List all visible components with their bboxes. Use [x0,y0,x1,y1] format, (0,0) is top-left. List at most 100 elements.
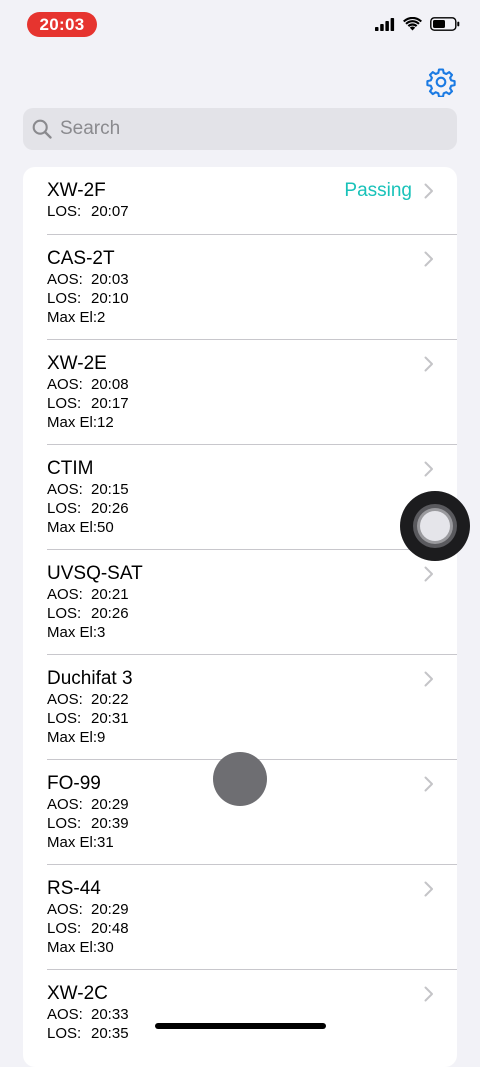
home-indicator[interactable] [155,1023,326,1029]
aos-line: AOS: 20:15 [47,480,457,499]
status-time: 20:03 [27,12,97,37]
los-label: LOS: [47,815,82,832]
aos-line: AOS: 20:08 [47,375,457,394]
aos-value: 20:15 [91,481,129,498]
status-icons [375,17,460,31]
satellite-name: Duchifat 3 [47,668,133,689]
los-line: LOS: 20:26 [47,604,457,623]
aos-label: AOS: [47,481,83,498]
aos-value: 20:22 [91,691,129,708]
aos-label: AOS: [47,271,83,288]
max-el-label: Max El: [47,939,98,956]
los-value: 20:07 [91,203,129,220]
aos-label: AOS: [47,1006,83,1023]
satellite-row[interactable]: UVSQ-SAT AOS: 20:21 LOS: 20:26 Max El:3 [23,550,457,655]
satellite-name: XW-2C [47,983,108,1004]
chevron-right-icon [424,986,433,1002]
max-el-line: Max El:12 [47,413,457,432]
los-value: 20:10 [91,290,129,307]
max-el-line: Max El:3 [47,623,457,642]
max-el-value: 2 [97,309,106,326]
los-label: LOS: [47,203,82,220]
aos-value: 20:33 [91,1006,129,1023]
assistive-touch-button[interactable] [400,491,470,561]
aos-label: AOS: [47,586,83,603]
aos-label: AOS: [47,796,83,813]
settings-button[interactable] [426,67,456,98]
max-el-label: Max El: [47,414,98,431]
los-line: LOS: 20:31 [47,709,457,728]
gear-icon [426,68,456,98]
aos-line: AOS: 20:33 [47,1005,457,1024]
chevron-right-icon [424,461,433,477]
max-el-line: Max El:30 [47,938,457,957]
max-el-label: Max El: [47,624,98,641]
los-label: LOS: [47,710,82,727]
aos-line: AOS: 20:22 [47,690,457,709]
los-label: LOS: [47,290,82,307]
wifi-icon [403,17,422,31]
aos-value: 20:29 [91,901,129,918]
satellite-name: XW-2E [47,353,107,374]
max-el-value: 12 [97,414,114,431]
aos-value: 20:21 [91,586,129,603]
aos-value: 20:03 [91,271,129,288]
los-value: 20:35 [91,1025,129,1042]
los-value: 20:26 [91,605,129,622]
cellular-signal-icon [375,17,395,31]
battery-icon [430,17,460,31]
max-el-label: Max El: [47,834,98,851]
status-bar: 20:03 [0,0,480,50]
los-label: LOS: [47,500,82,517]
los-label: LOS: [47,395,82,412]
aos-line: AOS: 20:21 [47,585,457,604]
los-value: 20:26 [91,500,129,517]
los-value: 20:31 [91,710,129,727]
aos-value: 20:29 [91,796,129,813]
chevron-right-icon [424,251,433,267]
los-label: LOS: [47,1025,82,1042]
satellite-name: UVSQ-SAT [47,563,143,584]
los-value: 20:17 [91,395,129,412]
los-line: LOS: 20:07 [47,202,457,221]
satellite-row[interactable]: Duchifat 3 AOS: 20:22 LOS: 20:31 Max El:9 [23,655,457,760]
max-el-value: 50 [97,519,114,536]
satellite-name: CAS-2T [47,248,115,269]
chevron-right-icon [424,671,433,687]
chevron-right-icon [424,776,433,792]
los-line: LOS: 20:48 [47,919,457,938]
satellite-row[interactable]: CTIM AOS: 20:15 LOS: 20:26 Max El:50 [23,445,457,550]
max-el-value: 3 [97,624,106,641]
aos-line: AOS: 20:03 [47,270,457,289]
assistive-touch-icon [413,504,457,548]
los-line: LOS: 20:10 [47,289,457,308]
satellite-list: XW-2F LOS: 20:07 Passing CAS-2T AOS: 20:03… [23,167,457,1067]
search-input[interactable] [58,117,442,141]
max-el-label: Max El: [47,309,98,326]
los-line: LOS: 20:39 [47,814,457,833]
chevron-right-icon [424,183,433,199]
search-icon [32,119,52,139]
search-bar[interactable] [23,108,457,150]
chevron-right-icon [424,566,433,582]
los-label: LOS: [47,920,82,937]
satellite-row[interactable]: XW-2E AOS: 20:08 LOS: 20:17 Max El:12 [23,340,457,445]
los-value: 20:48 [91,920,129,937]
passing-status: Passing [344,180,412,201]
los-label: LOS: [47,605,82,622]
satellite-row[interactable]: XW-2F LOS: 20:07 Passing [23,167,457,235]
aos-label: AOS: [47,691,83,708]
chevron-right-icon [424,356,433,372]
satellite-name: CTIM [47,458,94,479]
max-el-line: Max El:2 [47,308,457,327]
satellite-row[interactable]: XW-2C AOS: 20:33 LOS: 20:35 [23,970,457,1067]
max-el-line: Max El:31 [47,833,457,852]
satellite-row[interactable]: RS-44 AOS: 20:29 LOS: 20:48 Max El:30 [23,865,457,970]
aos-line: AOS: 20:29 [47,900,457,919]
max-el-value: 30 [97,939,114,956]
max-el-value: 9 [97,729,106,746]
max-el-label: Max El: [47,729,98,746]
satellite-row[interactable]: CAS-2T AOS: 20:03 LOS: 20:10 Max El:2 [23,235,457,340]
satellite-name: RS-44 [47,878,101,899]
max-el-label: Max El: [47,519,98,536]
